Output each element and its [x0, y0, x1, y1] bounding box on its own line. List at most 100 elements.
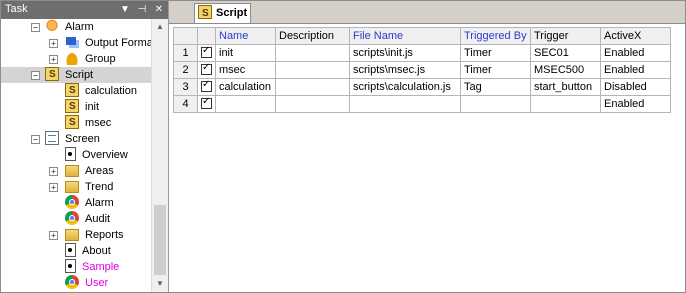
tree-item-calculation[interactable]: calculation — [65, 83, 139, 99]
row-number[interactable]: 4 — [173, 95, 198, 113]
trigger-cell[interactable]: start_button — [530, 78, 601, 96]
tree-item-script[interactable]: Script — [45, 67, 95, 83]
folder-icon — [65, 181, 79, 193]
scroll-thumb[interactable] — [154, 205, 166, 275]
document-icon — [65, 259, 76, 273]
description-cell[interactable] — [275, 44, 350, 62]
row-number[interactable]: 1 — [173, 44, 198, 62]
project-tree: − Alarm + Output Forma + Group − Script calculat… — [1, 19, 151, 292]
tree-item-label: Group — [85, 53, 116, 65]
enabled-checkbox[interactable] — [201, 46, 212, 58]
tree-item-about[interactable]: About — [65, 243, 113, 259]
trigger-cell[interactable] — [530, 95, 601, 113]
close-panel-icon[interactable]: ✕ — [153, 1, 165, 19]
document-area: Script NameDescriptionFile NameTriggered… — [169, 1, 685, 292]
enabled-checkbox[interactable] — [201, 80, 212, 92]
tree-item-alarm[interactable]: Alarm — [45, 19, 96, 35]
tree-item-overview[interactable]: Overview — [65, 147, 130, 163]
enabled-checkbox[interactable] — [201, 63, 212, 75]
column-header[interactable]: File Name — [349, 27, 461, 45]
activex-cell[interactable]: Enabled — [600, 95, 671, 113]
enabled-cell — [197, 78, 216, 96]
enabled-cell — [197, 61, 216, 79]
alarm-icon — [45, 19, 59, 33]
script-icon — [65, 99, 79, 115]
column-header[interactable]: Name — [215, 27, 276, 45]
table-row[interactable]: 3 calculation scripts\calculation.jsTagsta… — [173, 78, 671, 96]
table-row[interactable]: 2 msec scripts\msec.jsTimerMSEC500Enabled — [173, 61, 671, 79]
scroll-up-icon[interactable]: ▲ — [152, 19, 168, 35]
row-number[interactable]: 3 — [173, 78, 198, 96]
row-number[interactable]: 2 — [173, 61, 198, 79]
scroll-down-icon[interactable]: ▼ — [152, 276, 168, 292]
folder-icon — [65, 165, 79, 177]
name-cell[interactable]: calculation — [215, 78, 276, 96]
script-icon — [65, 83, 79, 99]
name-cell[interactable]: init — [215, 44, 276, 62]
file-cell[interactable]: scripts\msec.js — [349, 61, 461, 79]
tree-item-audit[interactable]: Audit — [65, 211, 112, 227]
tree-item-alarm[interactable]: Alarm — [65, 195, 116, 211]
tree-scrollbar[interactable]: ▲ ▼ — [151, 19, 168, 292]
tree-item-output-forma[interactable]: Output Forma — [65, 35, 151, 51]
expand-icon[interactable]: + — [49, 167, 58, 176]
file-cell[interactable]: scripts\init.js — [349, 44, 461, 62]
triggered-by-cell[interactable]: Tag — [460, 78, 531, 96]
collapse-icon[interactable]: − — [31, 71, 40, 80]
expand-icon[interactable]: + — [49, 55, 58, 64]
tree-item-label: msec — [85, 117, 112, 129]
column-header[interactable]: Triggered By — [460, 27, 531, 45]
triggered-by-cell[interactable]: Timer — [460, 44, 531, 62]
collapse-icon[interactable]: − — [31, 135, 40, 144]
tree-item-reports[interactable]: Reports — [65, 227, 126, 243]
tree-item-trend[interactable]: Trend — [65, 179, 115, 195]
tree-item-label: Script — [65, 69, 94, 81]
tree-item-init[interactable]: init — [65, 99, 101, 115]
file-cell[interactable]: scripts\calculation.js — [349, 78, 461, 96]
trigger-cell[interactable]: MSEC500 — [530, 61, 601, 79]
expand-icon[interactable]: + — [49, 183, 58, 192]
tree-item-sample[interactable]: Sample — [65, 259, 121, 275]
column-header[interactable]: ActiveX — [600, 27, 671, 45]
output-format-icon — [65, 35, 79, 49]
activex-cell[interactable]: Disabled — [600, 78, 671, 96]
tree-item-msec[interactable]: msec — [65, 115, 113, 131]
tree-item-label: init — [85, 101, 100, 113]
tree-item-user[interactable]: User — [65, 275, 110, 291]
name-cell[interactable]: msec — [215, 61, 276, 79]
description-cell[interactable] — [275, 95, 350, 113]
table-row[interactable]: 4 Enabled — [173, 95, 671, 113]
activex-cell[interactable]: Enabled — [600, 44, 671, 62]
column-header[interactable]: Trigger — [530, 27, 601, 45]
activex-cell[interactable]: Enabled — [600, 61, 671, 79]
tree-item-areas[interactable]: Areas — [65, 163, 116, 179]
column-header[interactable] — [197, 27, 216, 45]
enabled-checkbox[interactable] — [201, 97, 212, 109]
expand-icon[interactable]: + — [49, 231, 58, 240]
script-icon — [45, 67, 59, 83]
tree-item-screen[interactable]: Screen — [45, 131, 102, 147]
file-cell[interactable] — [349, 95, 461, 113]
tree-item-group[interactable]: Group — [65, 51, 118, 67]
tab-script[interactable]: Script — [194, 3, 251, 23]
description-cell[interactable] — [275, 78, 350, 96]
description-cell[interactable] — [275, 61, 350, 79]
expand-icon[interactable]: + — [49, 39, 58, 48]
trigger-cell[interactable]: SEC01 — [530, 44, 601, 62]
script-icon — [65, 115, 79, 131]
grid-corner — [173, 27, 198, 45]
column-header[interactable]: Description — [275, 27, 350, 45]
chrome-icon — [65, 275, 79, 289]
tree-item-label: Reports — [85, 229, 124, 241]
collapse-icon[interactable]: − — [31, 23, 40, 32]
tree-item-label: Screen — [65, 133, 100, 145]
application-window: Task ▼ ⊣ ✕ − Alarm + Output Forma + Group − Scr… — [0, 0, 686, 293]
name-cell[interactable] — [215, 95, 276, 113]
triggered-by-cell[interactable] — [460, 95, 531, 113]
enabled-cell — [197, 44, 216, 62]
tree-item-label: Overview — [82, 149, 128, 161]
pin-icon[interactable]: ⊣ — [136, 1, 148, 19]
table-row[interactable]: 1 init scripts\init.jsTimerSEC01Enabled — [173, 44, 671, 62]
triggered-by-cell[interactable]: Timer — [460, 61, 531, 79]
panel-dropdown-icon[interactable]: ▼ — [119, 1, 131, 19]
